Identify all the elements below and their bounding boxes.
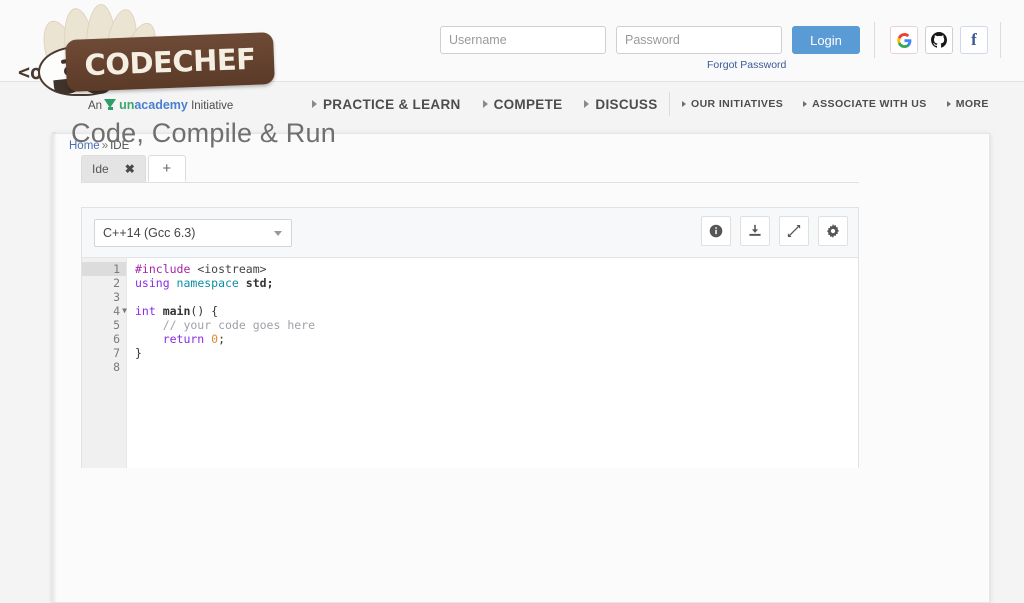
- nav-item-compete[interactable]: COMPETE: [483, 97, 563, 112]
- line-number: 5: [82, 318, 126, 332]
- tagline-prefix: An: [88, 100, 102, 112]
- username-input[interactable]: [440, 26, 606, 54]
- code-line: }: [135, 346, 858, 360]
- nav-item-discuss[interactable]: DISCUSS: [584, 97, 657, 112]
- fullscreen-icon[interactable]: [779, 216, 809, 246]
- download-icon[interactable]: [740, 216, 770, 246]
- editor-panel: C++14 (Gcc 6.3): [81, 207, 859, 468]
- language-select-value: C++14 (Gcc 6.3): [103, 226, 195, 240]
- editor-tab-bar: Ide ✖ +: [81, 155, 859, 183]
- tagline-academy: academy: [134, 98, 188, 112]
- page-title: Code, Compile & Run: [71, 118, 336, 149]
- codechef-logo[interactable]: <o o> CODECHEF Anunacademy Initiative: [8, 2, 276, 120]
- chevron-right-icon: [312, 100, 317, 108]
- line-number: 6: [82, 332, 126, 346]
- close-icon[interactable]: ✖: [125, 163, 135, 175]
- unacademy-cup-icon: [104, 99, 117, 110]
- github-login-icon[interactable]: [925, 26, 953, 54]
- social-login-group: f: [890, 26, 988, 54]
- code-line: // your code goes here: [135, 318, 858, 332]
- nav-label: MORE: [956, 98, 989, 110]
- nav-secondary-group: OUR INITIATIVES ASSOCIATE WITH US MORE: [682, 92, 989, 116]
- logo-text-c: C: [172, 44, 194, 79]
- forgot-password-link[interactable]: Forgot Password: [707, 59, 786, 71]
- code-token: main: [163, 304, 191, 318]
- nav-divider: [669, 92, 670, 116]
- code-editor[interactable]: 1234▼5678 #include <iostream>using names…: [82, 258, 858, 468]
- google-login-icon[interactable]: [890, 26, 918, 54]
- code-token: #include: [135, 262, 197, 276]
- line-number: 2: [82, 276, 126, 290]
- code-line: [135, 290, 858, 304]
- logo-text-code: CODE: [84, 45, 173, 82]
- chevron-right-icon: [682, 101, 686, 107]
- chevron-down-icon: [274, 231, 282, 236]
- unacademy-tagline: An unacademy Initiative: [88, 98, 233, 112]
- language-select[interactable]: C++14 (Gcc 6.3): [94, 219, 292, 247]
- chevron-right-icon: [803, 101, 807, 107]
- line-number: 4▼: [82, 304, 126, 318]
- settings-gear-icon[interactable]: [818, 216, 848, 246]
- editor-tool-buttons: [701, 216, 848, 246]
- code-token: return: [135, 332, 211, 346]
- nav-label: PRACTICE & LEARN: [323, 97, 461, 112]
- code-token: std;: [246, 276, 274, 290]
- add-tab-button[interactable]: +: [148, 155, 186, 182]
- nav-label: OUR INITIATIVES: [691, 98, 783, 110]
- code-content[interactable]: #include <iostream>using namespace std; …: [127, 258, 858, 468]
- card-edge-shadow: [53, 132, 57, 602]
- code-token: using: [135, 276, 177, 290]
- login-form: Login: [440, 26, 860, 54]
- header-divider-right: [1000, 22, 1001, 58]
- line-number: 8: [82, 360, 126, 374]
- nav-label: ASSOCIATE WITH US: [812, 98, 927, 110]
- code-token: // your code goes here: [135, 318, 315, 332]
- login-button[interactable]: Login: [792, 26, 860, 54]
- line-number: 7: [82, 346, 126, 360]
- code-token: ;: [218, 332, 225, 346]
- header-divider-left: [874, 22, 875, 58]
- nav-label: COMPETE: [494, 97, 563, 112]
- tagline-suffix: Initiative: [191, 100, 233, 112]
- line-number: 1: [82, 262, 126, 276]
- nav-primary-group: PRACTICE & LEARN COMPETE DISCUSS: [312, 90, 658, 118]
- site-header: <o o> CODECHEF Anunacademy Initiative Lo…: [0, 0, 1024, 82]
- info-icon[interactable]: [701, 216, 731, 246]
- nav-item-our-initiatives[interactable]: OUR INITIATIVES: [682, 98, 783, 110]
- code-token: <iostream>: [197, 262, 266, 276]
- code-line: return 0;: [135, 332, 858, 346]
- nav-label: DISCUSS: [595, 97, 657, 112]
- logo-text-hef: HEF: [192, 42, 256, 78]
- line-number: 3: [82, 290, 126, 304]
- chevron-right-icon: [947, 101, 951, 107]
- code-token: () {: [190, 304, 218, 318]
- code-line: #include <iostream>: [135, 262, 858, 276]
- logo-plank: CODECHEF: [65, 32, 275, 92]
- nav-item-practice-learn[interactable]: PRACTICE & LEARN: [312, 97, 461, 112]
- code-line: [135, 360, 858, 374]
- code-line: int main() {: [135, 304, 858, 318]
- nav-item-associate-with-us[interactable]: ASSOCIATE WITH US: [803, 98, 927, 110]
- code-line: using namespace std;: [135, 276, 858, 290]
- tab-ide[interactable]: Ide ✖: [81, 155, 146, 182]
- editor-toolbar: C++14 (Gcc 6.3): [82, 208, 858, 258]
- tab-label: Ide: [92, 162, 109, 176]
- chevron-right-icon: [483, 100, 488, 108]
- line-number-gutter: 1234▼5678: [82, 258, 127, 468]
- chevron-right-icon: [584, 100, 589, 108]
- code-token: namespace: [177, 276, 246, 290]
- code-fold-icon[interactable]: ▼: [117, 304, 127, 318]
- code-token: }: [135, 346, 142, 360]
- facebook-login-icon[interactable]: f: [960, 26, 988, 54]
- nav-item-more[interactable]: MORE: [947, 98, 989, 110]
- code-token: int: [135, 304, 163, 318]
- tagline-un: un: [119, 98, 134, 112]
- password-input[interactable]: [616, 26, 782, 54]
